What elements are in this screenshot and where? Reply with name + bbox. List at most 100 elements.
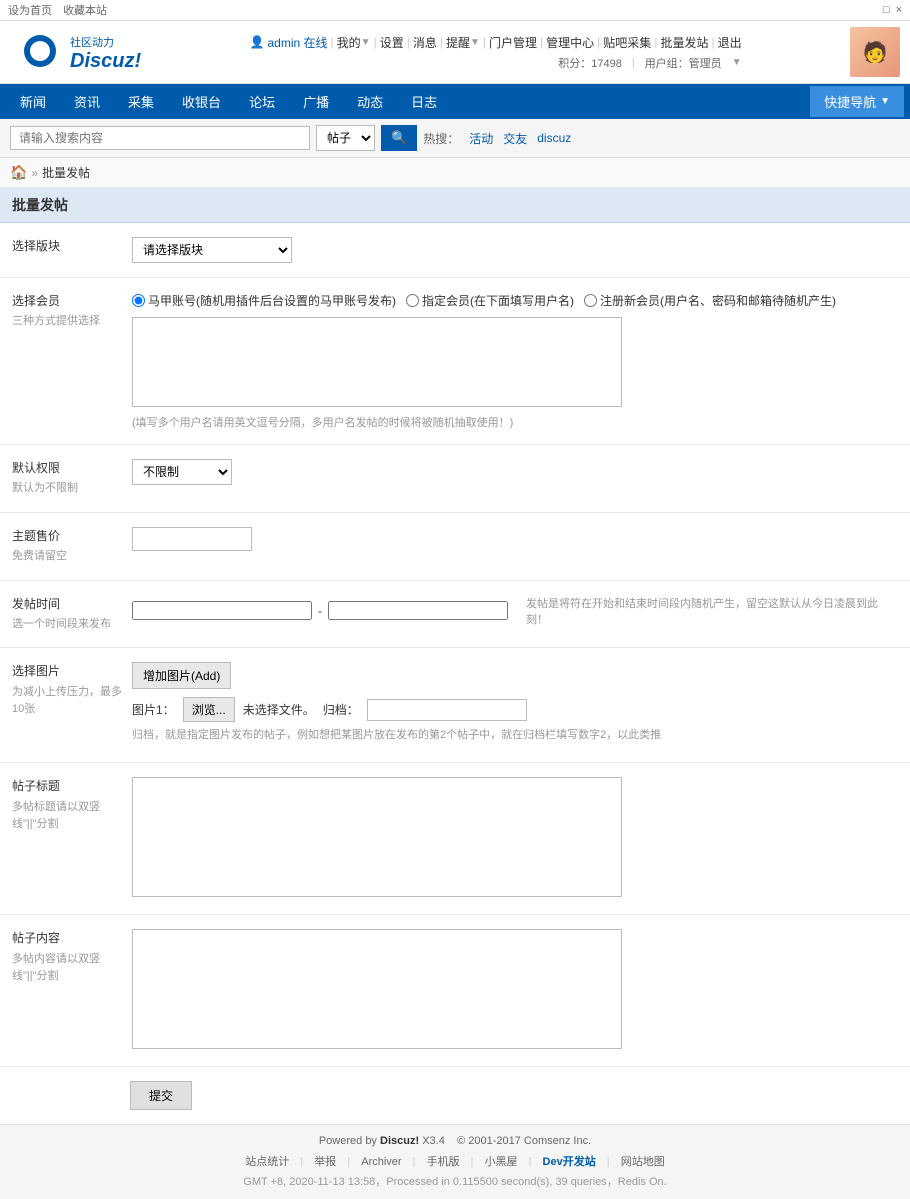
time-from-input[interactable] [132, 601, 312, 620]
footer-version: X3.4 [422, 1135, 445, 1147]
footer-links: 站点统计 | 举报 | Archiver | 手机版 | 小黑屋 | Dev开发… [12, 1153, 898, 1169]
logo-image [10, 27, 70, 77]
footer-link-4[interactable]: 小黑屋 [485, 1156, 518, 1168]
img-row-1: 图片1： 浏览... 未选择文件。 归档： [132, 697, 898, 722]
radio-register-label: 注册新会员(用户名、密码和邮箱待随机产生) [600, 292, 836, 309]
collect-link[interactable]: 贴吧采集 [603, 34, 651, 51]
forum-content: 请选择版块 [132, 237, 898, 263]
bookmark-link[interactable]: 收藏本站 [63, 5, 107, 17]
browse-btn[interactable]: 浏览... [183, 697, 235, 722]
footer-link-1[interactable]: 举报 [314, 1156, 336, 1168]
nav-item-forum[interactable]: 论坛 [235, 84, 289, 119]
radio-puppet-input[interactable] [132, 294, 145, 307]
nav-item-dynamic[interactable]: 动态 [343, 84, 397, 119]
nav-item-info[interactable]: 资讯 [60, 84, 114, 119]
add-image-btn[interactable]: 增加图片(Add) [132, 662, 231, 689]
date-range: - 发帖是将符在开始和结束时间段内随机产生，留空这默认从今日凌晨到此刻！ [132, 595, 898, 627]
radio-specify[interactable]: 指定会员(在下面填写用户名) [406, 292, 574, 309]
batch-link[interactable]: 批量发站 [660, 34, 708, 51]
page-title-bar: 批量发帖 [0, 188, 910, 223]
sep2: | [374, 35, 377, 49]
footer-link-2[interactable]: Archiver [361, 1156, 401, 1168]
radio-specify-label: 指定会员(在下面填写用户名) [422, 292, 574, 309]
footer-sep-2: | [413, 1156, 416, 1168]
set-homepage-link[interactable]: 设为首页 [8, 5, 52, 17]
image-content: 增加图片(Add) 图片1： 浏览... 未选择文件。 归档： 归档，就是指定图… [132, 662, 898, 748]
hot-item-0[interactable]: 活动 [465, 130, 493, 147]
search-type-select[interactable]: 帖子 [316, 125, 375, 151]
sep5: | [483, 35, 486, 49]
radio-puppet[interactable]: 马甲账号(随机用插件后台设置的马甲账号发布) [132, 292, 396, 309]
my-menu[interactable]: 我的 [337, 34, 361, 51]
footer-link-6[interactable]: 网站地图 [621, 1156, 665, 1168]
footer-sep-3: | [471, 1156, 474, 1168]
top-bar: 设为首页 收藏本站 □ × [0, 0, 910, 21]
form-row-permission: 默认权限 默认为不限制 不限制 [0, 445, 910, 513]
time-sep: - [318, 604, 322, 618]
hot-item-1[interactable]: 交友 [499, 130, 527, 147]
search-button[interactable]: 🔍 [381, 125, 417, 151]
radio-specify-input[interactable] [406, 294, 419, 307]
logout-link[interactable]: 退出 [718, 34, 742, 51]
messages-link[interactable]: 消息 [413, 34, 437, 51]
archive-input[interactable] [367, 699, 527, 721]
remind-link[interactable]: 提醒 [446, 34, 470, 51]
portal-link[interactable]: 门户管理 [489, 34, 537, 51]
permission-content: 不限制 [132, 459, 898, 485]
footer-link-5[interactable]: Dev开发站 [543, 1156, 596, 1168]
sep6: | [540, 35, 543, 49]
footer-link-0[interactable]: 站点统计 [245, 1156, 289, 1168]
nav-item-cashier[interactable]: 收银台 [168, 84, 235, 119]
permission-select[interactable]: 不限制 [132, 459, 232, 485]
content-textarea[interactable] [132, 929, 622, 1049]
close-btn[interactable]: × [896, 4, 902, 16]
form-row-price: 主题售价 免费请留空 [0, 513, 910, 581]
submit-btn[interactable]: 提交 [130, 1081, 192, 1110]
admin-link[interactable]: 管理中心 [546, 34, 594, 51]
nav-item-news[interactable]: 新闻 [6, 84, 60, 119]
restore-btn[interactable]: □ [883, 4, 890, 16]
score-sep: | [632, 57, 635, 69]
footer-brand: Discuz! [380, 1135, 419, 1147]
img-upload-area: 增加图片(Add) 图片1： 浏览... 未选择文件。 归档： 归档，就是指定图… [132, 662, 898, 742]
time-label: 发帖时间 选一个时间段来发布 [12, 595, 132, 634]
sep9: | [711, 35, 714, 49]
header-score-row: 积分：17498 | 用户组：管理员 ▼ [558, 55, 741, 71]
title-label: 帖子标题 多帖标题请以双竖线"||"分割 [12, 777, 132, 833]
nav-bar: 新闻 资讯 采集 收银台 论坛 广播 动态 日志 快捷导航 ▼ [0, 84, 910, 119]
price-label: 主题售价 免费请留空 [12, 527, 132, 566]
forum-label: 选择版块 [12, 237, 132, 256]
price-input[interactable] [132, 527, 252, 551]
time-to-input[interactable] [328, 601, 508, 620]
sep8: | [654, 35, 657, 49]
nav-item-collect[interactable]: 采集 [114, 84, 168, 119]
radio-register-input[interactable] [584, 294, 597, 307]
user-label: admin 在线 [267, 34, 327, 51]
footer: Powered by Discuz! X3.4 © 2001-2017 Coms… [0, 1124, 910, 1199]
form-row-content: 帖子内容 多帖内容请以双竖线"||"分割 [0, 915, 910, 1067]
form-row-forum: 选择版块 请选择版块 [0, 223, 910, 278]
hot-label: 热搜： [423, 130, 459, 147]
home-icon[interactable]: 🏠 [10, 164, 27, 181]
quick-nav-btn[interactable]: 快捷导航 ▼ [810, 86, 904, 117]
header: 社区动力 Discuz! 👤 admin 在线 | 我的 ▼ | 设置 | 消息… [0, 21, 910, 84]
member-textarea[interactable] [132, 317, 622, 407]
form-row-title: 帖子标题 多帖标题请以双竖线"||"分割 [0, 763, 910, 915]
quick-nav-label: 快捷导航 [824, 92, 876, 111]
hot-item-2[interactable]: discuz [533, 131, 571, 145]
footer-sep-4: | [529, 1156, 532, 1168]
nav-item-broadcast[interactable]: 广播 [289, 84, 343, 119]
nav-item-diary[interactable]: 日志 [397, 84, 451, 119]
member-content: 马甲账号(随机用插件后台设置的马甲账号发布) 指定会员(在下面填写用户名) 注册… [132, 292, 898, 430]
archive-label: 归档： [323, 701, 359, 718]
radio-register[interactable]: 注册新会员(用户名、密码和邮箱待随机产生) [584, 292, 836, 309]
forum-select[interactable]: 请选择版块 [132, 237, 292, 263]
settings-link[interactable]: 设置 [380, 34, 404, 51]
sep1: | [331, 35, 334, 49]
breadcrumb: 🏠 » 批量发帖 [0, 158, 910, 188]
title-textarea[interactable] [132, 777, 622, 897]
logo-circle-inner [30, 41, 50, 61]
sep4: | [440, 35, 443, 49]
search-input[interactable] [10, 126, 310, 150]
footer-link-3[interactable]: 手机版 [427, 1156, 460, 1168]
